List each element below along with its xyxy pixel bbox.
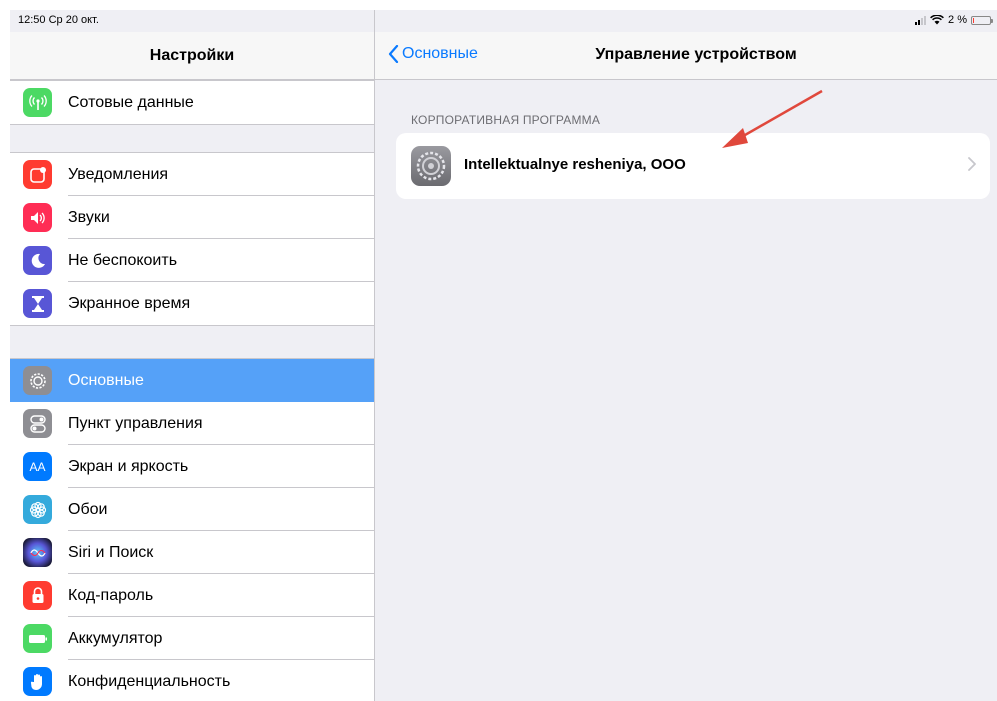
sidebar-title: Настройки [10,32,374,80]
sidebar-item-label: Пункт управления [68,415,203,432]
page-title: Управление устройством [595,46,797,63]
sidebar-item-general[interactable]: Основные [10,359,374,402]
battery-icon [23,624,52,653]
sidebar-group-1: Сотовые данные [10,80,374,125]
sidebar-item-control-center[interactable]: Пункт управления [10,402,374,445]
siri-icon [23,538,52,567]
sidebar-item-display[interactable]: AA Экран и яркость [10,445,374,488]
sidebar-item-label: Не беспокоить [68,252,178,269]
settings-app-icon [411,146,451,186]
detail-navbar: Основные Управление устройством [375,32,997,80]
sidebar-item-screen-time[interactable]: Экранное время [10,282,374,325]
detail-pane: Основные Управление устройством КОРПОРАТ… [375,10,997,701]
signal-icon [915,15,927,25]
sidebar-item-siri[interactable]: Siri и Поиск [10,531,374,574]
status-bar: 12:50 Ср 20 окт. 2 % [10,10,997,32]
ipad-screen: Настройки Сотовые данные Уведомления Зву… [10,10,997,701]
gear-icon [23,366,52,395]
sidebar-item-label: Код-пароль [68,587,154,604]
status-time: 12:50 Ср 20 окт. [18,14,99,26]
sounds-icon [23,203,52,232]
sidebar-item-label: Сотовые данные [68,94,194,111]
sidebar-item-passcode[interactable]: Код-пароль [10,574,374,617]
section-header: КОРПОРАТИВНАЯ ПРОГРАММА [411,113,601,127]
moon-icon [23,246,52,275]
control-center-icon [23,409,52,438]
settings-sidebar: Настройки Сотовые данные Уведомления Зву… [10,10,375,701]
sidebar-item-label: Конфиденциальность [68,673,231,690]
battery-status-icon [971,15,993,25]
hourglass-icon [23,289,52,318]
sidebar-group-3: Основные Пункт управления AA Экран и ярк… [10,358,374,701]
sidebar-item-wallpaper[interactable]: Обои [10,488,374,531]
sidebar-item-notifications[interactable]: Уведомления [10,153,374,196]
sidebar-item-label: Уведомления [68,166,169,183]
sidebar-item-sounds[interactable]: Звуки [10,196,374,239]
sidebar-item-do-not-disturb[interactable]: Не беспокоить [10,239,374,282]
sidebar-item-label: Звуки [68,209,110,226]
sidebar-item-label: Siri и Поиск [68,544,154,561]
battery-percent: 2 % [948,14,967,26]
sidebar-item-label: Основные [68,372,144,389]
sidebar-item-label: Экранное время [68,295,191,312]
sidebar-item-battery[interactable]: Аккумулятор [10,617,374,660]
sidebar-item-label: Обои [68,501,108,518]
sidebar-item-privacy[interactable]: Конфиденциальность [10,660,374,701]
sidebar-item-label: Аккумулятор [68,630,163,647]
developer-name: Intellektualnye resheniya, OOO [464,156,686,173]
wallpaper-icon [23,495,52,524]
chevron-right-icon [968,157,976,171]
notifications-icon [23,160,52,189]
lock-icon [23,581,52,610]
hand-icon [23,667,52,696]
sidebar-item-cellular[interactable]: Сотовые данные [10,81,374,124]
enterprise-app-row[interactable]: Intellektualnye resheniya, OOO [396,133,990,199]
wifi-icon [930,15,944,25]
cellular-icon [23,88,52,117]
sidebar-item-label: Экран и яркость [68,458,189,475]
sidebar-group-2: Уведомления Звуки Не беспокоить Экранное… [10,152,374,326]
display-icon: AA [23,452,52,481]
status-indicators: 2 % [915,14,993,26]
